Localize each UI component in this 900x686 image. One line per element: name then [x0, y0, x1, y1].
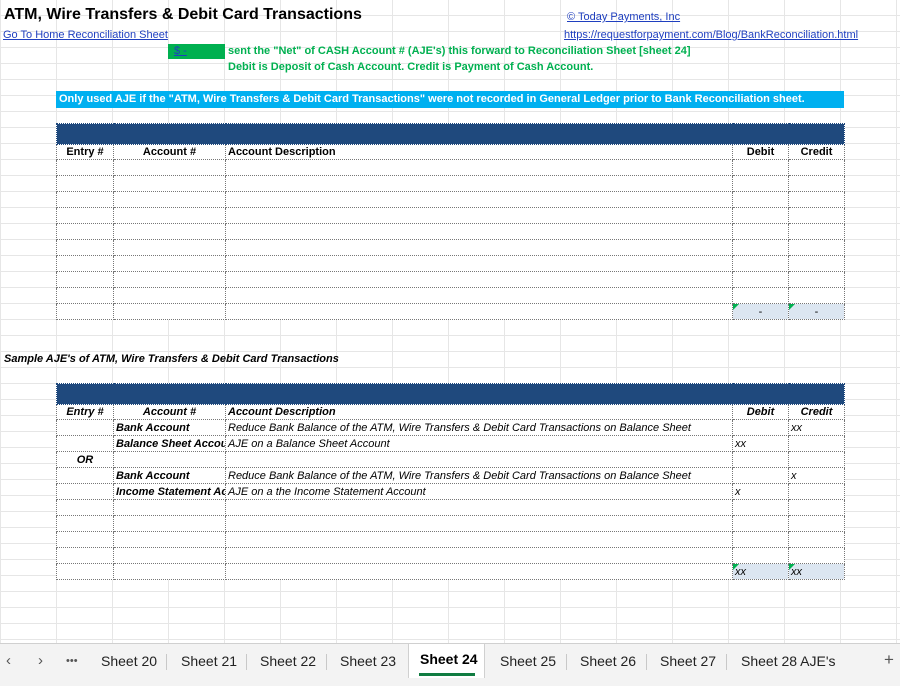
page-title: ATM, Wire Transfers & Debit Card Transac…: [4, 6, 362, 23]
next-sheet-icon[interactable]: ›: [38, 652, 43, 669]
cash-net-cell[interactable]: $ -: [168, 44, 225, 59]
col-credit: Credit: [788, 404, 845, 420]
credit-total[interactable]: xx: [788, 563, 845, 580]
table-header-bar: [56, 123, 845, 145]
net-cash-note: sent the "Net" of CASH Account # (AJE's)…: [228, 45, 691, 57]
aje-usage-banner: Only used AJE if the "ATM, Wire Transfer…: [56, 91, 844, 108]
tab-sheet-27[interactable]: Sheet 27: [660, 653, 716, 669]
tab-sheet-26[interactable]: Sheet 26: [580, 653, 636, 669]
col-credit: Credit: [788, 144, 845, 160]
table-column-headers: Entry # Account # Account Description De…: [56, 404, 845, 420]
table-row[interactable]: OR: [56, 451, 845, 468]
table-row[interactable]: Bank Account Reduce Bank Balance of the …: [56, 419, 845, 436]
table-row[interactable]: [56, 531, 845, 548]
table-row[interactable]: Bank Account Reduce Bank Balance of the …: [56, 467, 845, 484]
col-entry: Entry #: [56, 144, 114, 160]
sample-aje-table: Entry # Account # Account Description De…: [56, 383, 845, 580]
credit-total[interactable]: -: [788, 303, 845, 320]
debit-total[interactable]: -: [732, 303, 789, 320]
tab-sheet-25[interactable]: Sheet 25: [500, 653, 556, 669]
sheet-tab-bar: ‹ › ••• Sheet 20 Sheet 21 Sheet 22 Sheet…: [0, 643, 900, 679]
debit-total[interactable]: xx: [732, 563, 789, 580]
table-row[interactable]: [56, 499, 845, 516]
more-sheets-icon[interactable]: •••: [66, 655, 78, 667]
table-row[interactable]: [56, 287, 845, 304]
debit-credit-note: Debit is Deposit of Cash Account. Credit…: [228, 61, 594, 73]
col-description: Account Description: [225, 144, 733, 160]
tab-sheet-23[interactable]: Sheet 23: [340, 653, 396, 669]
blog-url-link[interactable]: https://requestforpayment.com/Blog/BankR…: [564, 29, 858, 41]
col-entry: Entry #: [56, 404, 114, 420]
company-link[interactable]: © Today Payments, Inc: [567, 11, 680, 23]
table-row[interactable]: [56, 255, 845, 272]
table-row[interactable]: Income Statement Account AJE on a the In…: [56, 483, 845, 500]
active-tab-indicator: [419, 673, 475, 676]
totals-row: xx xx: [56, 563, 845, 580]
table-header-bar: [56, 383, 845, 405]
table-row[interactable]: [56, 223, 845, 240]
table-row[interactable]: [56, 159, 845, 176]
table-row[interactable]: [56, 271, 845, 288]
tab-sheet-24[interactable]: Sheet 24: [420, 651, 478, 667]
table-row[interactable]: [56, 175, 845, 192]
col-debit: Debit: [732, 404, 789, 420]
table-row[interactable]: [56, 207, 845, 224]
col-account: Account #: [113, 144, 226, 160]
tab-sheet-20[interactable]: Sheet 20: [101, 653, 157, 669]
aje-entry-table: Entry # Account # Account Description De…: [56, 123, 845, 320]
table-row[interactable]: [56, 191, 845, 208]
totals-row: - -: [56, 303, 845, 320]
col-description: Account Description: [225, 404, 733, 420]
col-account: Account #: [113, 404, 226, 420]
col-debit: Debit: [732, 144, 789, 160]
table-row[interactable]: Balance Sheet Account AJE on a Balance S…: [56, 435, 845, 452]
table-column-headers: Entry # Account # Account Description De…: [56, 144, 845, 160]
home-reconciliation-link[interactable]: Go To Home Reconciliation Sheet: [3, 29, 168, 41]
prev-sheet-icon[interactable]: ‹: [6, 652, 11, 669]
tab-sheet-28-ajes[interactable]: Sheet 28 AJE's: [741, 653, 836, 669]
table-row[interactable]: [56, 239, 845, 256]
add-sheet-icon[interactable]: +: [884, 650, 894, 670]
tab-sheet-21[interactable]: Sheet 21: [181, 653, 237, 669]
table-row[interactable]: [56, 515, 845, 532]
status-bar: [0, 678, 900, 686]
tab-sheet-22[interactable]: Sheet 22: [260, 653, 316, 669]
table-row[interactable]: [56, 547, 845, 564]
sample-aje-title: Sample AJE's of ATM, Wire Transfers & De…: [4, 353, 339, 365]
